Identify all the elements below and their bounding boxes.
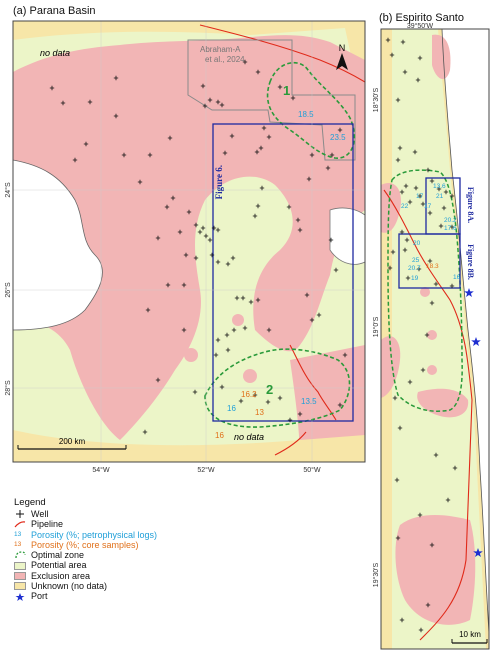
porosity-core-value: 16: [215, 431, 224, 440]
legend-item-potential: Potential area: [14, 560, 214, 570]
svg-text:20.2: 20.2: [444, 217, 457, 224]
tan-swatch: [14, 582, 26, 591]
porosity-log-value: 16: [227, 404, 236, 413]
legend-title: Legend: [14, 497, 46, 508]
study-label-line1: Abraham-A: [200, 45, 241, 54]
no-data-label-north: no data: [40, 48, 70, 58]
legend-label: Porosity (%; core samples): [31, 539, 139, 550]
legend-label: Unknown (no data): [31, 581, 108, 592]
exclusion-spot: [232, 314, 244, 326]
pink-swatch: [14, 571, 26, 580]
svg-text:17: 17: [416, 193, 424, 200]
lat-tick-b: 19°0'S: [372, 316, 380, 337]
svg-text:21: 21: [436, 193, 444, 200]
legend-label: Potential area: [31, 560, 87, 571]
svg-text:19: 19: [411, 275, 419, 282]
legend-label: Exclusion area: [31, 570, 91, 581]
lat-tick-b: 19°30'S: [372, 562, 380, 587]
panel-b-title: (b) Espirito Santo: [379, 12, 464, 24]
red-line-icon: [14, 520, 26, 528]
legend-item-porosity-logs: 13 Porosity (%; petrophysical logs): [14, 530, 214, 540]
porosity-core-value: 13: [255, 408, 264, 417]
exclusion-spot: [243, 369, 257, 383]
svg-text:16: 16: [453, 274, 461, 281]
porosity-log-value: 23.5: [330, 133, 346, 142]
figure-6-label: Figure 6.: [214, 165, 224, 199]
legend-label: Porosity (%; petrophysical logs): [31, 529, 158, 540]
blue-star-icon: [14, 592, 26, 601]
study-label-line2: et al., 2024: [205, 55, 245, 64]
orange-number-icon: 13: [14, 541, 22, 549]
legend-item-well: Well: [14, 509, 214, 519]
green-dashed-icon: [14, 551, 26, 559]
blue-number-icon: 13: [14, 530, 22, 538]
porosity-log-value: 18.5: [298, 110, 314, 119]
legend-label: Well: [31, 509, 49, 519]
legend-item-unknown: Unknown (no data): [14, 581, 214, 591]
legend-item-port: Port: [14, 591, 214, 601]
exclusion-spot: [184, 348, 198, 362]
legend-item-porosity-core: 13 Porosity (%; core samples): [14, 540, 214, 550]
outside-basin-east: [329, 207, 365, 265]
lon-tick: 52°W: [197, 466, 215, 474]
light-green-swatch: [14, 561, 26, 570]
lat-tick: 24°S: [4, 182, 12, 198]
figure-8a-label: Figure 8A.: [466, 187, 475, 223]
svg-text:13.6: 13.6: [433, 183, 446, 190]
svg-text:20: 20: [413, 240, 421, 247]
scale-bar-b-label: 10 km: [459, 630, 481, 639]
legend-label: Optimal zone: [31, 550, 85, 561]
porosity-core-value-b: 18.3: [426, 263, 439, 270]
legend-item-optimal-zone: Optimal zone: [14, 550, 214, 560]
lat-tick: 28°S: [4, 380, 12, 396]
legend: Legend Well Pipeline 13 Porosity (%; pet…: [14, 497, 214, 602]
scale-bar-a-label: 200 km: [59, 437, 86, 446]
panel-a-title: (a) Parana Basin: [13, 5, 96, 17]
exclusion-spot: [427, 365, 437, 375]
porosity-log-value: 13.5: [301, 397, 317, 406]
lon-tick: 54°W: [92, 466, 110, 474]
figure-8b-label: Figure 8B.: [466, 244, 475, 280]
no-data-label-south: no data: [234, 432, 264, 442]
lon-tick: 50°W: [303, 466, 321, 474]
zone-label-2: 2: [266, 382, 273, 397]
lat-tick-b: 18°30'S: [372, 87, 380, 112]
svg-text:N: N: [339, 43, 346, 53]
svg-text:17.6: 17.6: [444, 225, 457, 232]
legend-item-exclusion: Exclusion area: [14, 571, 214, 581]
svg-text:22: 22: [401, 203, 409, 210]
panel-a-map: [13, 21, 365, 462]
svg-text:25: 25: [412, 257, 420, 264]
zone-label-1: 1: [283, 83, 290, 98]
lat-tick: 26°S: [4, 282, 12, 298]
svg-text:17: 17: [424, 203, 432, 210]
legend-label: Pipeline: [31, 519, 64, 530]
panel-b-map: [381, 29, 489, 649]
legend-item-pipeline: Pipeline: [14, 519, 214, 529]
porosity-core-value: 16.2: [241, 390, 257, 399]
svg-text:20.7: 20.7: [408, 265, 421, 272]
cross-icon: [14, 510, 26, 519]
legend-label: Port: [31, 591, 48, 602]
